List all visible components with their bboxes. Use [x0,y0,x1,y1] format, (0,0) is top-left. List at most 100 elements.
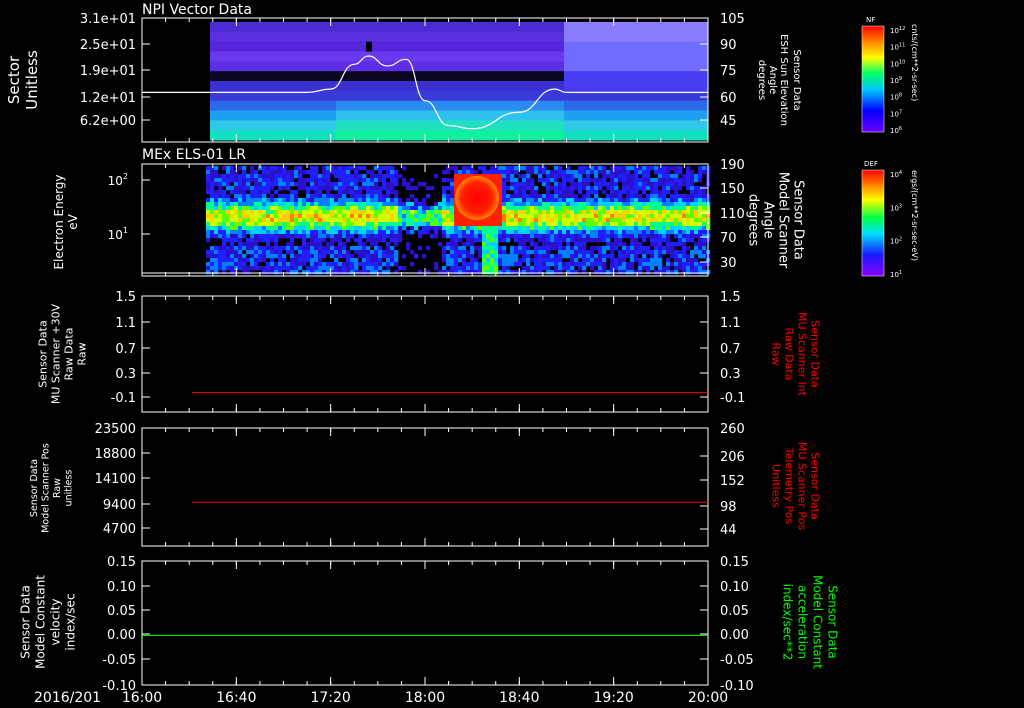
panel1-heatmap [210,22,708,141]
figure: NPI Vector Data Sector Unitless ESH Sun E… [5,2,919,706]
x-tick-label: 18:00 [405,690,445,706]
x-tick-label: 17:20 [310,690,350,706]
y-tick-label: 18800 [95,447,136,462]
y-tick-label: 14100 [95,472,136,487]
y-tick-label: 0.05 [107,604,136,619]
y2-tick-label: 1.1 [720,316,741,331]
axis-title-line: Sensor Data [809,320,822,387]
panel5-frame [141,560,709,686]
y-tick-label: 1.2e+01 [80,91,136,106]
y-tick-label: 1.1 [115,316,136,331]
colorbar1-label: NF [866,16,875,24]
x-tick-label: 16:00 [122,690,162,706]
colorbar1-tick-label: 1012 [890,26,905,35]
date-label: 2016/201 [34,690,101,706]
y-tick-label: 6.2e+00 [80,114,136,129]
colorbar1 [861,25,885,133]
axis-title-line: Raw [76,342,89,365]
y2-tick-label: 0.05 [720,604,749,619]
y2-tick-label: 60 [720,91,737,106]
axis-title-line: MU Scanner Pos [796,442,809,531]
axis-title-line: Sensor Data [826,585,840,659]
axis-title-line: Sensor Data [19,585,33,659]
colorbar1-unit: cnts/(cm**2-sr-sec) [910,24,919,101]
y2-tick-label: 98 [720,500,737,515]
axis-title-line: index/sec [64,593,78,650]
axis-title-line: Sensor Data [809,452,822,519]
y-tick-label: -0.05 [102,653,136,668]
colorbar1-tick-label: 106 [890,126,902,135]
y-tick-label: 0.00 [107,628,136,643]
x-tick-label: 19:20 [593,690,633,706]
axis-title-line: Sensor Data [791,180,806,260]
axis-title-line: Electron Energy [52,174,66,269]
colorbar1-tick-label: 107 [890,109,902,118]
y-tick-label: 1.9e+01 [80,64,136,79]
axis-title-line: Model Constant [34,575,48,669]
y-tick-label: 0.3 [115,367,136,382]
y-tick-label: -0.1 [111,391,136,406]
y-tick-label: 0.15 [107,555,136,570]
axis-title-line: Raw [770,342,783,365]
axis-title-line: Raw [52,478,63,498]
axis-title-line: Raw Data [783,328,796,381]
panel1-y2-side-label: Sensor Data [791,49,802,110]
axis-title-line: Angle [767,66,778,94]
colorbar2-tick-label: 103 [890,203,902,212]
axis-title-line: unitless [63,470,74,507]
axis-title-line: degrees [756,60,767,100]
panel2-y-label: Electron Energy eV [52,174,80,269]
axis-title-line: eV [66,213,80,229]
colorbar1-tick-label: 108 [890,93,902,102]
axis-title-line: index/sec**2 [781,584,795,661]
panel3-frame [141,295,709,413]
y2-tick-label: 75 [720,64,737,79]
y2-tick-label: 0.10 [720,580,749,595]
axis-title-line: Unitless [770,464,783,508]
axis-title-line: Unitless [23,50,41,110]
panel2-heatmap [206,166,711,275]
axis-title-line: Model Constant [811,575,825,669]
y-tick-label: 1.5 [115,290,136,305]
x-tick-label: 16:40 [216,690,256,706]
axis-title-line: Model Scanner [776,172,791,269]
y-tick-label: 102 [108,172,128,188]
axis-title-line: Sensor Data [37,320,50,387]
axis-title-line: ESH Sun Elevation [778,34,789,126]
y2-tick-label: 1.5 [720,290,741,305]
y2-tick-label: 0.7 [720,342,741,357]
panel4-frame [141,427,709,547]
y2-tick-label: 152 [720,474,745,489]
y2-tick-label: 150 [720,182,745,197]
panel2-title: MEx ELS-01 LR [142,147,246,163]
axis-title-line: acceleration [796,585,810,659]
panel1-y2-label: ESH Sun ElevationAngledegrees [756,34,789,126]
y-tick-label: 101 [108,226,128,242]
axis-title-line: MU Scanner +30V [50,303,63,404]
panel1-title: NPI Vector Data [142,2,252,18]
y-tick-label: 3.1e+01 [80,12,136,27]
axis-title-line: Model Scanner Pos [40,443,51,533]
colorbar2-label: DEF [864,160,878,168]
colorbar1-tick-label: 1011 [890,43,905,52]
y2-tick-label: 260 [720,422,745,437]
axis-title-line: Sector [5,55,23,104]
colorbar2-ticks: 104 103 102 101 [890,170,902,279]
y2-tick-label: 90 [720,38,737,53]
y-tick-label: 9400 [103,498,136,513]
y2-tick-label: 110 [720,207,745,222]
y-tick-label: 23500 [95,422,136,437]
y-tick-label: 2.5e+01 [80,38,136,53]
axis-title-line: Raw Data [63,328,76,381]
y-tick-label: 0.10 [107,580,136,595]
panel2-y2-label: Sensor DataModel ScannerAngledegrees [746,172,806,269]
colorbar1-tick-label: 1010 [890,59,905,68]
axis-title-line: Sensor Data [791,49,802,110]
y2-tick-label: 45 [720,114,737,129]
panel2-hot-spot [455,176,499,220]
y2-tick-label: 0.15 [720,555,749,570]
y2-tick-label: 30 [720,256,737,271]
colorbar2-tick-label: 101 [890,270,902,279]
axis-title-line: Angle [761,202,776,239]
colorbar2-unit: ergs/(cm**2-sr-sec-eV) [910,170,919,261]
